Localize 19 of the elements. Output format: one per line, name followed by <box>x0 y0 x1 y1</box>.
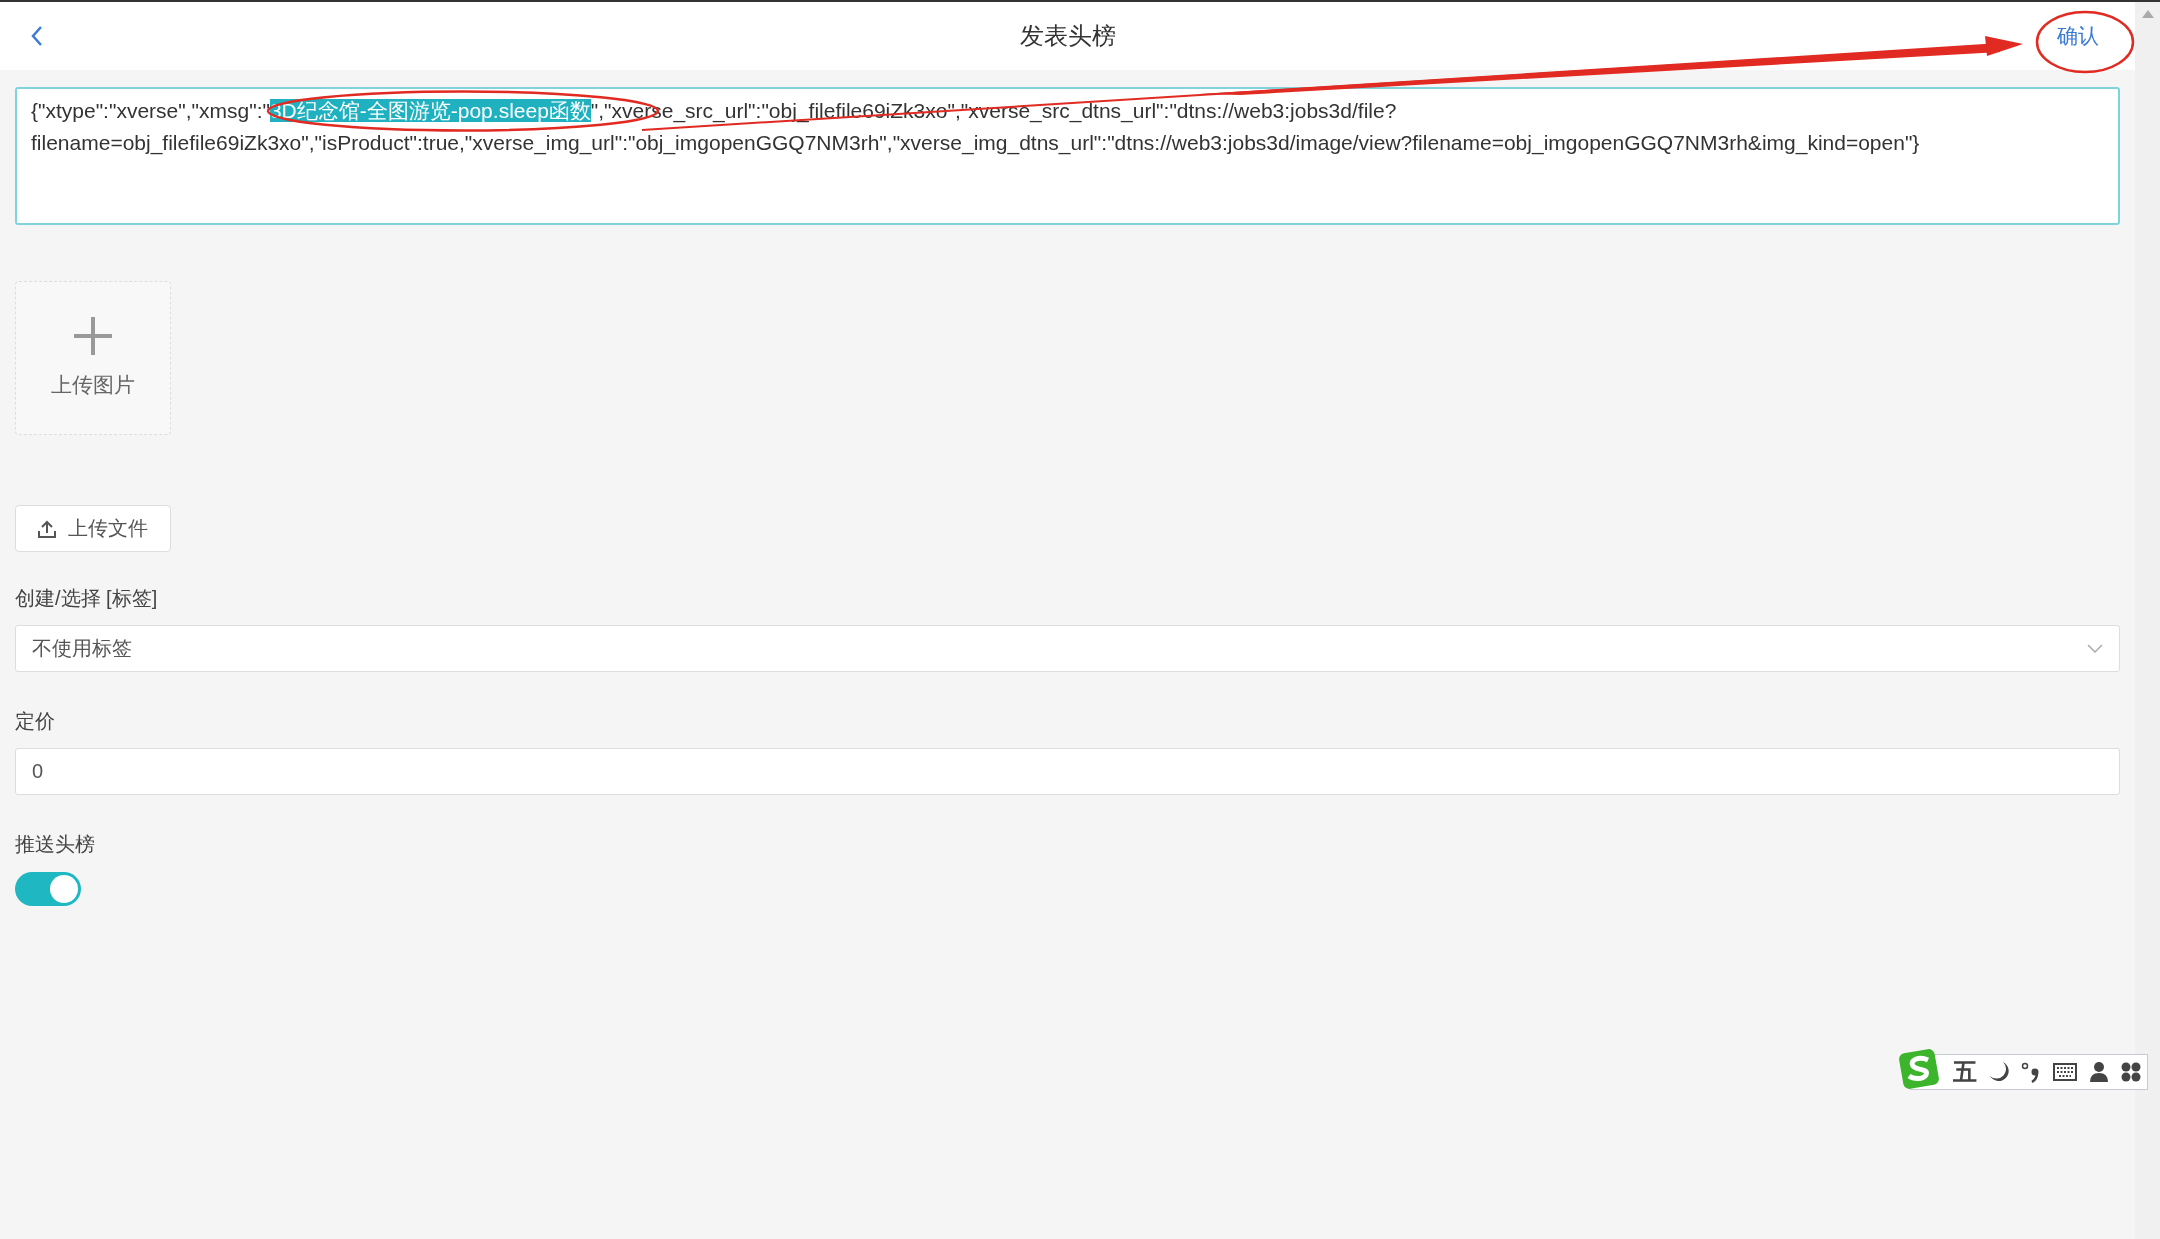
keyboard-icon[interactable] <box>2053 1063 2077 1081</box>
file-upload-button[interactable]: 上传文件 <box>15 505 171 552</box>
price-label: 定价 <box>15 709 55 734</box>
price-field[interactable]: 0 <box>15 748 2120 795</box>
user-icon[interactable] <box>2089 1062 2109 1082</box>
chevron-down-icon <box>2087 643 2103 654</box>
push-toggle[interactable] <box>15 872 81 906</box>
upload-icon <box>38 519 56 538</box>
punctuation-icon[interactable] <box>2021 1061 2041 1083</box>
plus-icon <box>74 317 112 355</box>
tag-select[interactable]: 不使用标签 <box>15 625 2120 672</box>
page-title: 发表头榜 <box>1019 21 1116 51</box>
ime-logo-icon[interactable] <box>1899 1048 1941 1090</box>
moon-icon[interactable] <box>1989 1061 2009 1083</box>
tag-label: 创建/选择 [标签] <box>15 586 158 611</box>
input-mode-label[interactable]: 五 <box>1953 1056 1977 1088</box>
image-upload-button[interactable]: 上传图片 <box>15 281 171 435</box>
grid-icon[interactable] <box>2121 1062 2141 1082</box>
push-label: 推送头榜 <box>15 832 95 857</box>
